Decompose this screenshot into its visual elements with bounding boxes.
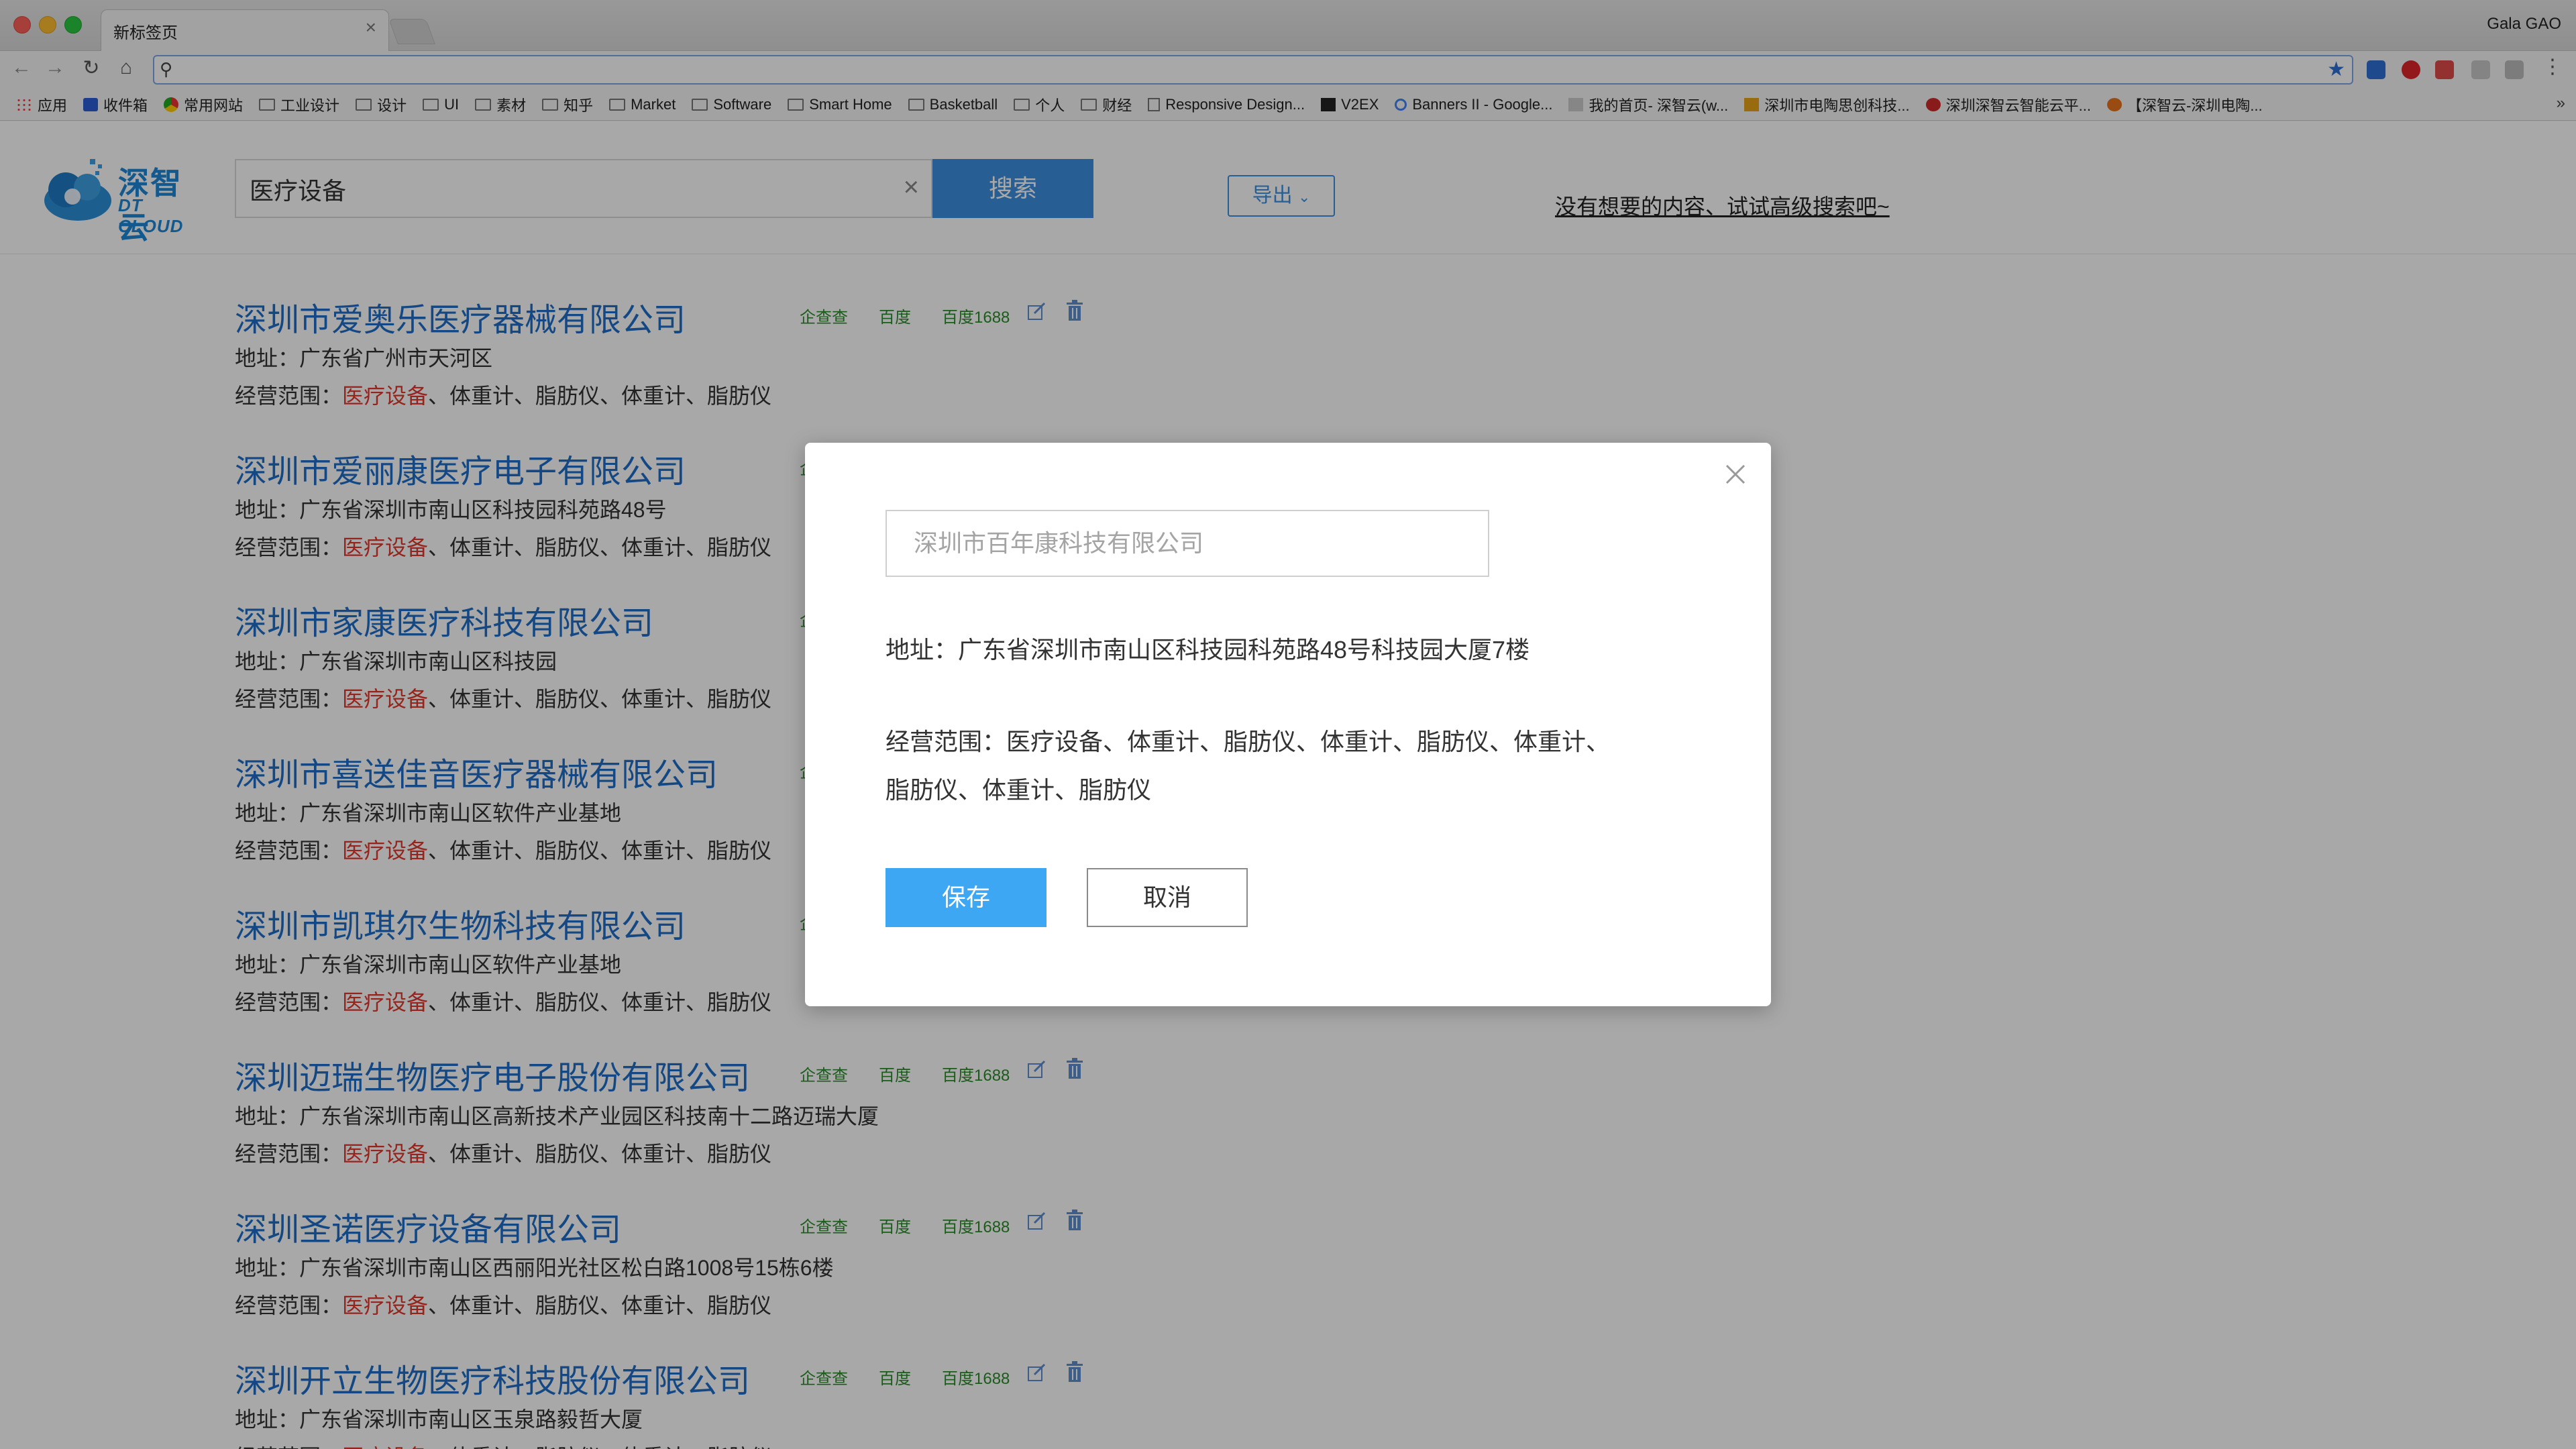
close-icon[interactable] xyxy=(1720,459,1751,490)
cancel-button[interactable]: 取消 xyxy=(1087,868,1248,927)
company-name-field[interactable] xyxy=(885,510,1489,577)
dialog-scope-line: 脂肪仪、体重计、脂肪仪 xyxy=(885,776,1152,804)
dialog-scope-line: 经营范围：医疗设备、体重计、脂肪仪、体重计、脂肪仪、体重计、 xyxy=(885,728,1611,755)
dialog-address: 地址：广东省深圳市南山区科技园科苑路48号科技园大厦7楼 xyxy=(885,636,1530,663)
dialog-business-scope: 经营范围：医疗设备、体重计、脂肪仪、体重计、脂肪仪、体重计、 脂肪仪、体重计、脂… xyxy=(885,718,1677,814)
edit-company-dialog: 地址：广东省深圳市南山区科技园科苑路48号科技园大厦7楼 经营范围：医疗设备、体… xyxy=(805,443,1771,1006)
save-button[interactable]: 保存 xyxy=(885,868,1046,927)
